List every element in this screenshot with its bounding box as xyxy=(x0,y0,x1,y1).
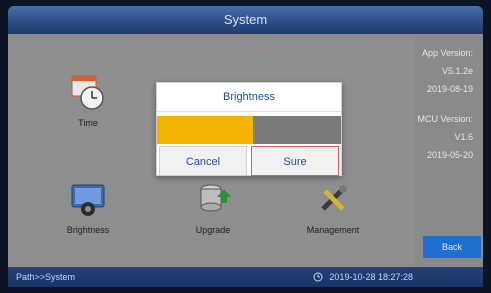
tile-time[interactable]: Time xyxy=(43,72,133,128)
cancel-button[interactable]: Cancel xyxy=(159,146,247,176)
clock-calendar-icon xyxy=(71,75,104,110)
back-button[interactable]: Back xyxy=(423,236,481,258)
dialog-buttons: Cancel Sure xyxy=(157,146,341,176)
datetime: 2019-10-28 18:27:28 xyxy=(313,267,413,287)
app-date: 2019-08-19 xyxy=(426,84,473,94)
brightness-track xyxy=(253,116,341,144)
brightness-fill xyxy=(157,116,253,144)
tile-upgrade[interactable]: Upgrade xyxy=(168,179,258,235)
status-bar: Path>>System 2019-10-28 18:27:28 xyxy=(8,267,483,287)
sure-button[interactable]: Sure xyxy=(251,146,339,176)
mcu-version: V1.6 xyxy=(454,132,473,142)
datetime-text: 2019-10-28 18:27:28 xyxy=(329,272,413,282)
mcu-date: 2019-05-20 xyxy=(426,150,473,160)
tile-management-label: Management xyxy=(306,225,360,235)
tile-upgrade-label: Upgrade xyxy=(195,225,231,235)
system-window: System Time Brightness Upgrade Managemen… xyxy=(0,0,491,293)
tile-management[interactable]: Management xyxy=(288,179,378,235)
app-version: V5.1.2e xyxy=(441,66,473,76)
tools-icon xyxy=(321,185,347,211)
tile-time-label: Time xyxy=(78,118,98,128)
dialog-title: Brightness xyxy=(157,83,341,112)
monitor-gear-icon xyxy=(71,184,105,216)
clock-icon xyxy=(313,272,323,282)
window-title: System xyxy=(8,6,483,34)
brightness-dialog: Brightness Cancel Sure xyxy=(156,82,342,176)
tile-brightness-label: Brightness xyxy=(66,225,110,235)
brightness-slider[interactable] xyxy=(157,116,341,144)
breadcrumb: Path>>System xyxy=(16,272,76,282)
tile-brightness[interactable]: Brightness xyxy=(43,179,133,235)
app-version-label: App Version: xyxy=(421,48,473,58)
version-panel: App Version: V5.1.2e 2019-08-19 MCU Vers… xyxy=(415,34,483,267)
database-upgrade-icon xyxy=(200,184,231,212)
mcu-version-label: MCU Version: xyxy=(417,114,473,124)
